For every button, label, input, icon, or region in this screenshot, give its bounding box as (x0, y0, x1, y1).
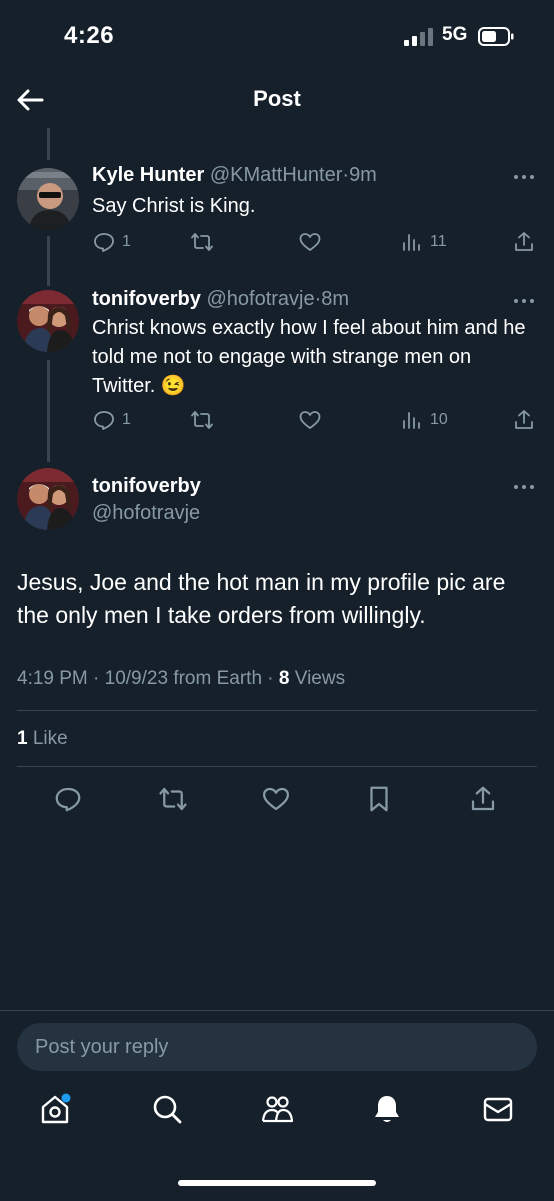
share-button[interactable] (512, 406, 536, 434)
home-indicator[interactable] (178, 1180, 376, 1186)
likes-summary[interactable]: 1 Like (17, 728, 68, 750)
post-timestamp: 4:19 PM · 10/9/23 from Earth · (17, 668, 279, 689)
divider (17, 710, 537, 711)
views-count: 8 (278, 668, 290, 689)
more-options-icon[interactable] (512, 296, 536, 306)
author-name[interactable]: Kyle Hunter (92, 164, 204, 186)
status-bar: 4:26 5G (0, 0, 554, 70)
repost-icon (191, 411, 213, 429)
likes-label: Like (27, 728, 68, 749)
cellular-signal-icon (404, 28, 433, 46)
avatar[interactable] (17, 290, 79, 352)
views-label: Views (289, 668, 346, 689)
reply-button[interactable]: 1 (92, 406, 131, 434)
views-button[interactable]: 11 (400, 228, 447, 256)
divider (17, 766, 537, 767)
share-icon (515, 232, 533, 251)
main-author-name[interactable]: tonifoverby (92, 475, 201, 498)
more-options-icon[interactable] (512, 482, 536, 492)
tweet-time: 9m (349, 164, 377, 186)
communities-icon[interactable] (260, 1092, 294, 1126)
more-options-icon[interactable] (512, 172, 536, 182)
views-icon (403, 234, 420, 251)
likes-count: 1 (17, 728, 28, 749)
battery-icon (478, 27, 514, 46)
tweet-text: Say Christ is King. (92, 195, 256, 217)
post-meta: 4:19 PM · 10/9/23 from Earth · 8 Views (17, 668, 345, 690)
notifications-icon[interactable] (370, 1092, 404, 1126)
reply-button[interactable]: 1 (92, 228, 131, 256)
heart-icon[interactable] (261, 784, 291, 814)
repost-button[interactable] (190, 406, 214, 434)
tweet-text: Christ knows exactly how I feel about hi… (92, 317, 526, 397)
messages-icon[interactable] (481, 1092, 515, 1126)
search-icon[interactable] (150, 1092, 184, 1126)
thread-tweet[interactable]: Kyle Hunter @KMattHunter·9m Say Christ i… (0, 160, 554, 270)
repost-icon[interactable] (158, 784, 188, 814)
main-post-text: Jesus, Joe and the hot man in my profile… (17, 569, 506, 628)
thread-connector (47, 128, 50, 160)
home-icon[interactable] (38, 1092, 72, 1126)
main-author-handle[interactable]: @hofotravje (92, 502, 200, 525)
repost-icon (191, 233, 213, 251)
reply-count: 1 (122, 233, 131, 250)
status-time: 4:26 (64, 22, 115, 49)
reply-count: 1 (122, 411, 131, 428)
reply-input[interactable] (17, 1023, 537, 1071)
reply-icon (94, 411, 114, 430)
repost-button[interactable] (190, 228, 214, 256)
share-icon (515, 410, 533, 429)
share-icon[interactable] (468, 784, 498, 814)
tweet-actions: 1 11 (92, 228, 538, 256)
tweet-time: 8m (321, 288, 350, 310)
author-handle[interactable]: @hofotravje (206, 288, 314, 310)
avatar[interactable] (17, 468, 79, 530)
views-count: 10 (430, 411, 448, 428)
reply-icon[interactable] (53, 784, 83, 814)
views-icon (403, 412, 420, 429)
page-title: Post (253, 86, 301, 111)
views-count: 11 (430, 233, 447, 250)
header: Post (0, 70, 554, 128)
like-button[interactable] (298, 406, 322, 434)
like-button[interactable] (298, 228, 322, 256)
author-handle[interactable]: @KMattHunter (210, 164, 343, 186)
tweet-header: Kyle Hunter @KMattHunter·9m (92, 164, 377, 187)
heart-icon (299, 411, 321, 429)
author-name[interactable]: tonifoverby (92, 288, 201, 310)
bottom-tab-bar (0, 1092, 554, 1142)
heart-icon (299, 233, 321, 251)
tweet-header: tonifoverby @hofotravje·8m (92, 288, 349, 311)
tweet-actions: 1 10 (92, 406, 538, 434)
reply-icon (94, 233, 114, 252)
post-actions (0, 784, 554, 816)
avatar[interactable] (17, 168, 79, 230)
share-button[interactable] (512, 228, 536, 256)
views-button[interactable]: 10 (400, 406, 448, 434)
network-type: 5G (442, 24, 468, 45)
bookmark-icon[interactable] (364, 784, 394, 814)
thread-tweet[interactable]: tonifoverby @hofotravje·8m Christ knows … (0, 286, 554, 446)
